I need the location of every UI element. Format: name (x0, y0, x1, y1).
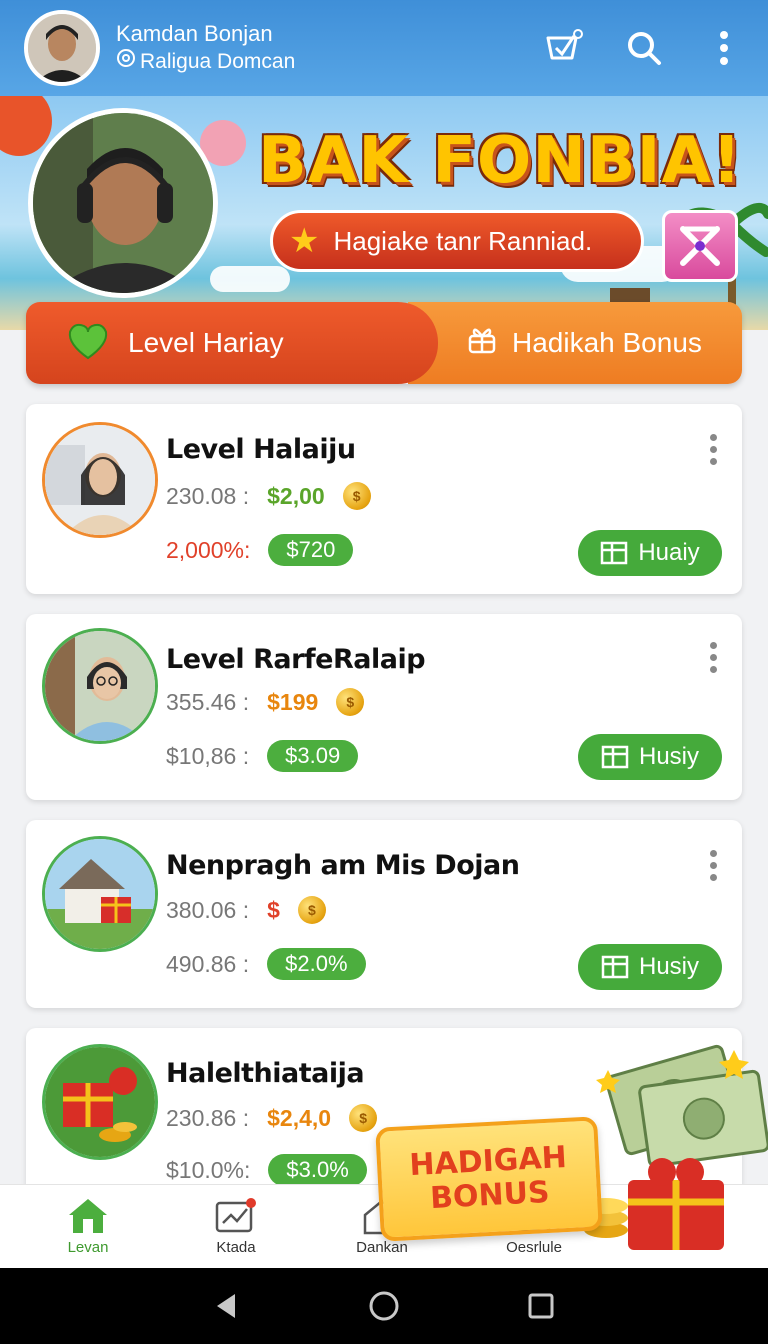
card-action-button[interactable]: Husiy (578, 734, 722, 780)
coin-icon: $ (342, 482, 371, 510)
more-vert-icon[interactable] (704, 28, 744, 68)
more-vert-icon[interactable] (706, 850, 720, 881)
list-item[interactable]: Nenpragh am Mis Dojan 380.06 : $ $ 490.8… (26, 820, 742, 1008)
nav-label: Oesrlule (506, 1239, 562, 1256)
tab-hadikah-bonus[interactable]: Hadikah Bonus (408, 302, 742, 384)
card-title: Nenpragh am Mis Dojan (166, 850, 520, 881)
hero-portrait (28, 108, 218, 298)
box-icon (601, 955, 629, 979)
price-value: $199 (267, 688, 319, 715)
ribbon-icon (680, 226, 720, 266)
stat-label: $10.0%: (166, 1156, 251, 1183)
hero-headline: BAK FONBIA! (258, 124, 743, 198)
cart-check-icon[interactable] (544, 28, 584, 68)
price-badge: $3.0% (268, 1154, 367, 1186)
price-badge: $2.0% (267, 948, 366, 980)
cloud-decoration (210, 266, 290, 292)
user-name: Kamdan Bonjan (116, 21, 273, 46)
at-icon (116, 48, 136, 76)
system-navigation-bar (0, 1268, 768, 1344)
card-thumbnail (42, 836, 158, 952)
chart-icon (215, 1198, 256, 1233)
avatar[interactable] (24, 10, 100, 86)
box-icon (601, 745, 629, 769)
tab-level-hariay[interactable]: Level Hariay (26, 302, 438, 384)
nav-label: Dankan (356, 1239, 408, 1256)
price-badge: $3.09 (267, 740, 359, 772)
more-vert-icon[interactable] (706, 642, 720, 673)
stat-label: 230.08 : (166, 482, 250, 509)
price-value: $2,00 (267, 482, 325, 509)
hero-banner[interactable]: BAK FONBIA! ★ Hagiake tanr Ranniad. (0, 96, 768, 330)
gift-icon (466, 324, 498, 363)
box-icon (601, 541, 628, 565)
promo-bonus-badge[interactable]: HADIGAH BONUS (375, 1116, 603, 1242)
coin-icon: $ (336, 688, 365, 716)
stat-label: 2,000%: (166, 536, 251, 563)
stat-label: $10,86 : (166, 742, 250, 769)
nav-label: Ktada (216, 1239, 256, 1256)
home-icon (69, 1199, 107, 1233)
app-bar: Kamdan Bonjan Raligua Domcan (0, 0, 768, 96)
price-value: $ (267, 896, 280, 923)
hero-pill-button[interactable]: ★ Hagiake tanr Ranniad. (270, 210, 644, 272)
tab-label: Level Hariay (128, 327, 284, 358)
card-action-button[interactable]: Huaiy (578, 530, 722, 576)
star-icon: ★ (289, 222, 320, 260)
card-thumbnail (42, 628, 158, 744)
stat-label: 355.46 : (166, 688, 250, 715)
heart-icon (66, 320, 110, 367)
card-action-label: Husiy (638, 953, 699, 980)
balloon-decoration (0, 96, 52, 156)
back-icon[interactable] (213, 1292, 241, 1320)
hero-pill-label: Hagiake tanr Ranniad. (333, 225, 593, 256)
card-title: Level RarfeRalaip (166, 644, 426, 675)
search-icon[interactable] (624, 28, 664, 68)
card-action-label: Husiy (638, 743, 699, 770)
list-item[interactable]: Level RarfeRalaip 355.46 : $199 $ $10,86… (26, 614, 742, 800)
stat-label: 230.86 : (166, 1104, 250, 1131)
stat-label: 380.06 : (166, 896, 250, 923)
card-thumbnail (42, 422, 158, 538)
card-action-label: Huaiy (638, 539, 700, 566)
money-stack-decoration (584, 1044, 768, 1250)
user-handle: Raligua Domcan (140, 50, 296, 73)
price-value: $2,4,0 (267, 1104, 332, 1131)
tab-strip: Level Hariay Hadikah Bonus (26, 302, 742, 384)
promo-line-2: BONUS (429, 1174, 551, 1217)
stat-label: 490.86 : (166, 950, 250, 977)
nav-item-levan[interactable]: Levan (28, 1197, 148, 1256)
card-title: Halelthiataija (166, 1058, 365, 1089)
coin-icon: $ (349, 1104, 378, 1132)
card-action-button[interactable]: Husiy (578, 944, 722, 990)
list-item[interactable]: Level Halaiju 230.08 : $2,00 $ 2,000%: $… (26, 404, 742, 594)
coin-icon: $ (297, 896, 326, 924)
gift-ribbon-button[interactable] (662, 210, 738, 282)
tab-label: Hadikah Bonus (512, 327, 702, 358)
price-badge: $720 (268, 534, 354, 566)
recents-icon[interactable] (527, 1292, 555, 1320)
nav-label: Levan (67, 1239, 109, 1256)
card-title: Level Halaiju (166, 434, 356, 465)
home-circle-icon[interactable] (368, 1290, 400, 1322)
card-thumbnail (42, 1044, 158, 1160)
nav-item-ktada[interactable]: Ktada (176, 1197, 296, 1256)
more-vert-icon[interactable] (706, 434, 720, 465)
